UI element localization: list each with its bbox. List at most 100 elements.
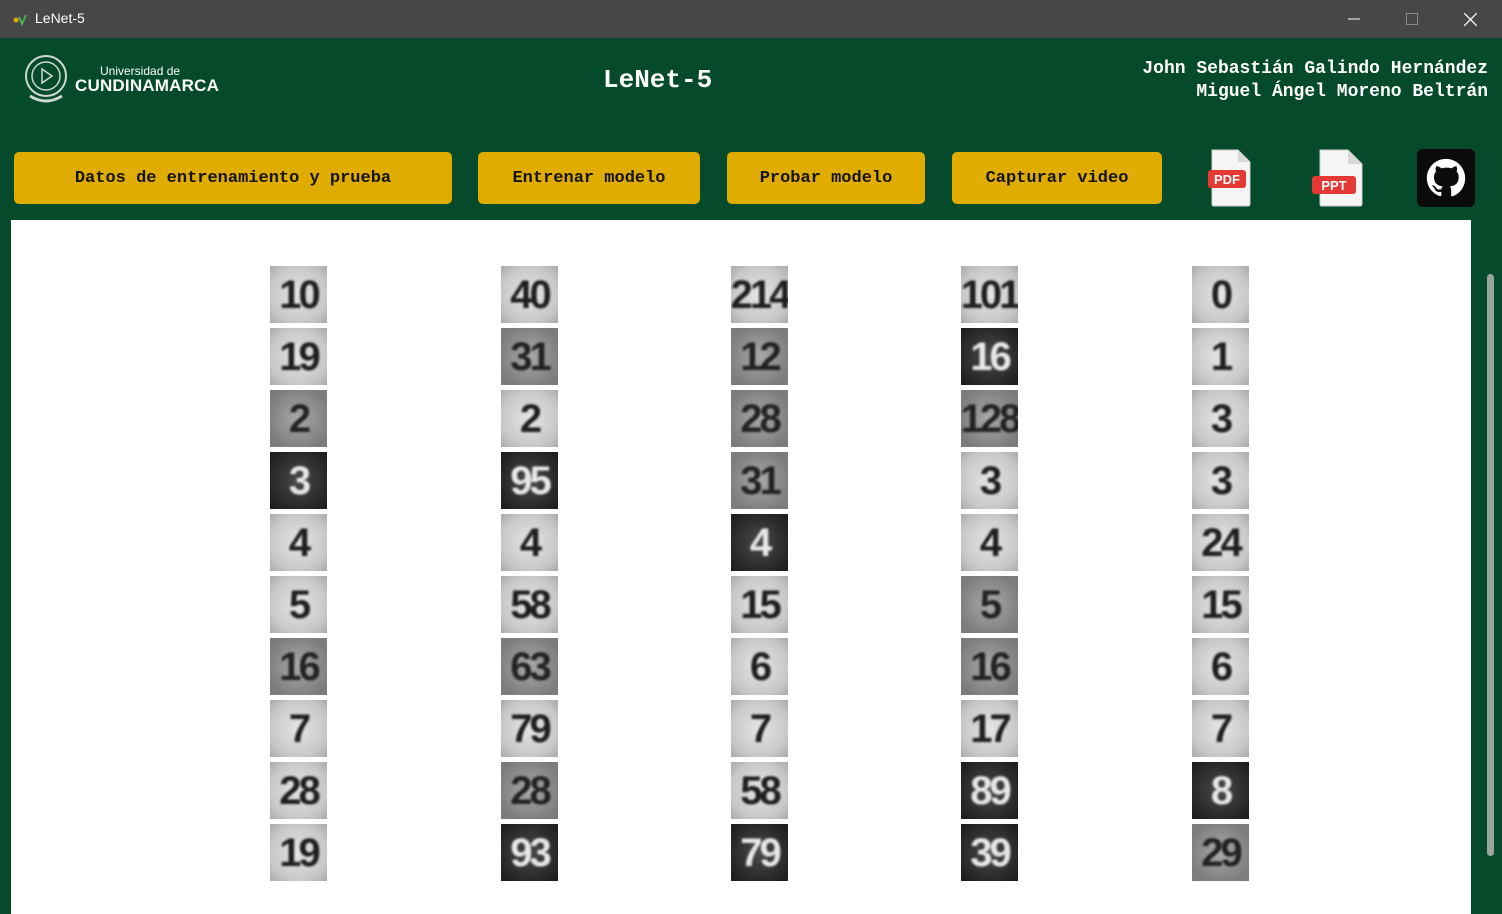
- digit-sample-image: 1: [1192, 328, 1249, 385]
- train-button[interactable]: Entrenar modelo: [478, 152, 700, 204]
- digit-sample-image: 5: [270, 576, 327, 633]
- author-2: Miguel Ángel Moreno Beltrán: [1196, 82, 1488, 102]
- digit-sample-image: 10: [270, 266, 327, 323]
- digit-sample-image: 6: [731, 638, 788, 695]
- digit-sample-text: 63: [510, 644, 551, 689]
- digit-sample-image: 12: [731, 328, 788, 385]
- scrollbar-thumb[interactable]: [1487, 274, 1494, 856]
- authors: John Sebastián Galindo Hernández Miguel …: [1142, 58, 1488, 104]
- digit-sample-image: 19: [270, 824, 327, 881]
- github-icon: [1426, 158, 1466, 197]
- test-button[interactable]: Probar modelo: [727, 152, 925, 204]
- digit-sample-text: 2: [288, 396, 311, 441]
- digit-sample-text: 4: [519, 520, 542, 565]
- digit-sample-text: 93: [510, 830, 551, 875]
- digit-sample-image: 29: [1192, 824, 1249, 881]
- digit-sample-text: 10: [279, 272, 320, 317]
- digit-sample-text: 12: [740, 334, 781, 379]
- digit-sample-text: 5: [288, 582, 311, 627]
- data-button[interactable]: Datos de entrenamiento y prueba: [14, 152, 452, 204]
- pdf-label: PDF: [1214, 172, 1240, 187]
- digit-sample-text: 0: [1210, 272, 1233, 317]
- digit-sample-text: 79: [510, 706, 551, 751]
- maximize-button[interactable]: [1383, 0, 1441, 38]
- digit-sample-image: 58: [501, 576, 558, 633]
- digit-column: 214 12 28 31 4 15 6 7 58 79: [731, 266, 788, 886]
- digit-sample-text: 16: [970, 644, 1011, 689]
- vertical-scrollbar[interactable]: [1480, 220, 1502, 914]
- digit-sample-text: 19: [279, 830, 320, 875]
- digit-sample-text: 4: [979, 520, 1002, 565]
- digit-sample-image: 17: [961, 700, 1018, 757]
- digit-sample-text: 16: [279, 644, 320, 689]
- digit-sample-text: 6: [749, 644, 772, 689]
- digit-sample-text: 79: [740, 830, 781, 875]
- digit-sample-image: 3: [1192, 452, 1249, 509]
- digit-sample-image: 214: [731, 266, 788, 323]
- digit-sample-text: 15: [740, 582, 781, 627]
- github-button[interactable]: [1417, 149, 1475, 207]
- digit-sample-text: 4: [749, 520, 772, 565]
- close-button[interactable]: [1441, 0, 1499, 38]
- digit-sample-text: 58: [510, 582, 551, 627]
- maximize-icon: [1406, 13, 1418, 25]
- digit-sample-image: 58: [731, 762, 788, 819]
- digit-sample-image: 4: [731, 514, 788, 571]
- digit-sample-text: 15: [1201, 582, 1242, 627]
- digit-sample-image: 4: [961, 514, 1018, 571]
- digit-sample-image: 3: [961, 452, 1018, 509]
- digit-sample-text: 8: [1210, 768, 1233, 813]
- samples-panel: 10 19 2 3 4 5 16 7 28 19 40 31 2 95 4 58 63 79 28 93 214 12 28…: [11, 220, 1471, 914]
- digit-sample-image: 7: [1192, 700, 1249, 757]
- digit-sample-image: 15: [1192, 576, 1249, 633]
- digit-sample-image: 40: [501, 266, 558, 323]
- digit-sample-text: 24: [1201, 520, 1242, 565]
- digit-sample-image: 24: [1192, 514, 1249, 571]
- digit-sample-image: 128: [961, 390, 1018, 447]
- digit-sample-image: 28: [731, 390, 788, 447]
- digit-sample-text: 3: [288, 458, 311, 503]
- digit-sample-image: 6: [1192, 638, 1249, 695]
- digit-sample-text: 3: [1210, 458, 1233, 503]
- logo-line-2: CUNDINAMARCA: [75, 76, 220, 95]
- digit-sample-image: 89: [961, 762, 1018, 819]
- digit-sample-text: 128: [961, 396, 1018, 441]
- window-title: LeNet-5: [35, 10, 85, 26]
- minimize-button[interactable]: [1325, 0, 1383, 38]
- digit-sample-image: 3: [270, 452, 327, 509]
- digit-sample-image: 19: [270, 328, 327, 385]
- digit-sample-text: 31: [740, 458, 781, 503]
- digit-sample-image: 0: [1192, 266, 1249, 323]
- university-seal-icon: [25, 55, 67, 103]
- digit-sample-image: 16: [961, 328, 1018, 385]
- digit-sample-image: 39: [961, 824, 1018, 881]
- digit-sample-image: 31: [501, 328, 558, 385]
- digit-sample-text: 7: [288, 706, 311, 751]
- digit-sample-text: 7: [749, 706, 772, 751]
- digit-sample-text: 1: [1210, 334, 1233, 379]
- digit-sample-text: 39: [970, 830, 1011, 875]
- digit-sample-text: 58: [740, 768, 781, 813]
- pdf-button[interactable]: PDF: [1208, 148, 1254, 208]
- digit-sample-grid: 10 19 2 3 4 5 16 7 28 19 40 31 2 95 4 58 63 79 28 93 214 12 28…: [11, 220, 1471, 914]
- digit-sample-text: 29: [1201, 830, 1242, 875]
- digit-sample-image: 16: [270, 638, 327, 695]
- digit-sample-image: 28: [270, 762, 327, 819]
- digit-sample-image: 79: [731, 824, 788, 881]
- digit-sample-text: 95: [510, 458, 551, 503]
- digit-sample-image: 93: [501, 824, 558, 881]
- digit-sample-image: 63: [501, 638, 558, 695]
- digit-sample-text: 28: [740, 396, 781, 441]
- pdf-icon: PDF: [1208, 149, 1251, 207]
- digit-sample-text: 17: [970, 706, 1011, 751]
- page-title: LeNet-5: [603, 65, 713, 95]
- capture-video-button[interactable]: Capturar video: [952, 152, 1162, 204]
- ppt-label: PPT: [1321, 178, 1346, 193]
- digit-sample-text: 3: [979, 458, 1002, 503]
- digit-sample-image: 15: [731, 576, 788, 633]
- ppt-button[interactable]: PPT: [1310, 148, 1366, 208]
- digit-sample-text: 6: [1210, 644, 1233, 689]
- digit-sample-image: 8: [1192, 762, 1249, 819]
- digit-sample-image: 79: [501, 700, 558, 757]
- minimize-icon: [1348, 18, 1360, 20]
